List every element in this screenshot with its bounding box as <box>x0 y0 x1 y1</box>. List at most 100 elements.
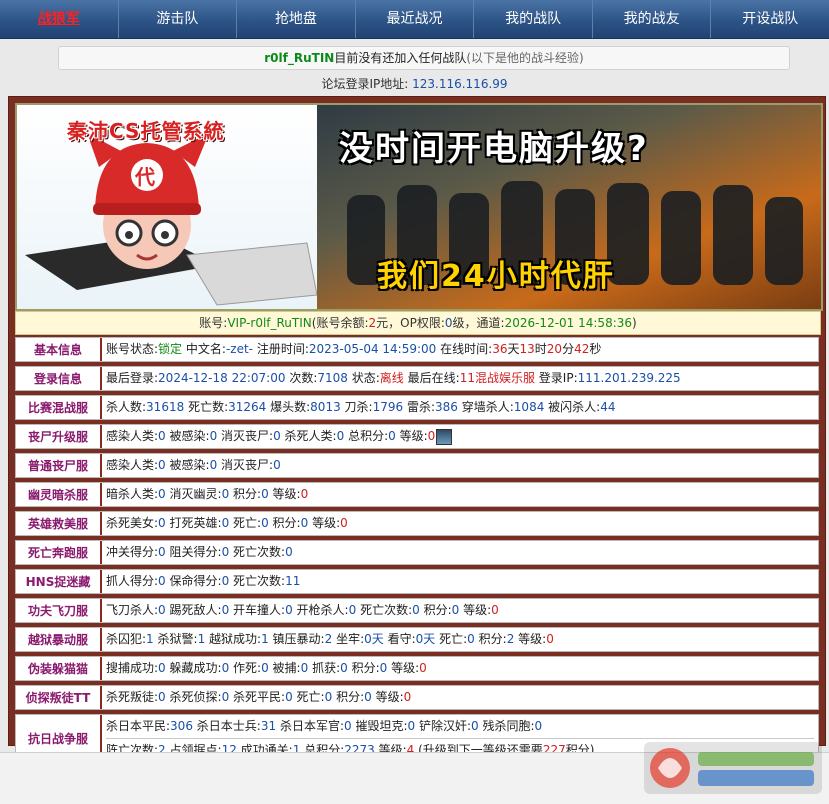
basic-mins-text: 20 <box>546 342 563 356</box>
channel-value: 2026-12-01 14:58:36 <box>504 316 633 330</box>
stats-row-login: 登录信息 最后登录:2024-12-18 22:07:00 次数:7108 状态… <box>15 366 819 391</box>
basic-a-text: 账号状态: <box>106 342 159 356</box>
hero-c-text: 死亡: <box>233 516 262 530</box>
login-count: 7108 <box>317 371 348 385</box>
kungfu-v1-text: 0 <box>158 603 166 617</box>
war-v3-text: 0 <box>343 719 352 733</box>
prop-v5-text: 0 <box>340 661 348 675</box>
stats-line: 杀人数:31618 死亡数:31264 爆头数:8013 刀杀:1796 雷杀:… <box>106 396 814 419</box>
zombie-up-c-text: 消灭丧尸: <box>221 429 274 443</box>
stats-row-hero: 英雄救美服 杀死美女:0 打死英雄:0 死亡:0 积分:0 等级:0 <box>15 511 819 536</box>
zombie-up-a-text: 感染人类: <box>106 429 159 443</box>
row-label-deathrun: 死亡奔跑服 <box>16 541 102 564</box>
row-label-zombie: 普通丧尸服 <box>16 454 102 477</box>
ghost-a-text: 暗杀人类: <box>106 487 159 501</box>
balance-value: 2 <box>368 316 377 330</box>
account-id: VIP-r0lf_RuTIN <box>227 316 312 330</box>
hns-a-text: 抓人得分: <box>106 574 159 588</box>
stats-row-zombie-up: 丧尸升级服 感染人类:0 被感染:0 消灭丧尸:0 杀死人类:0 总积分:0 等… <box>15 424 819 449</box>
deathrun-a-text: 冲关得分: <box>106 545 159 559</box>
ghost-v3-text: 0 <box>261 487 269 501</box>
zombie-up-v6-text: 0 <box>427 429 436 443</box>
stats-values: 抓人得分:0 保命得分:0 死亡次数:11 <box>102 570 818 593</box>
ttt-f-text: 等级: <box>375 690 404 704</box>
team-notice: r0lf_RuTIN目前没有还加入任何战队(以下是他的战斗经验) <box>58 46 790 70</box>
jail-f-text: 看守: <box>387 632 416 646</box>
basic-b-text: 中文名: <box>185 342 226 356</box>
deathrun-c-text: 死亡次数: <box>233 545 286 559</box>
war-v4-text: 0 <box>407 719 416 733</box>
prop-v6-text: 0 <box>379 661 388 675</box>
jail-v6u-text: 天 <box>423 632 436 646</box>
jail-e-text: 坐牢: <box>336 632 365 646</box>
kungfu-v7-text: 0 <box>491 603 499 617</box>
stats-line: 杀死美女:0 打死英雄:0 死亡:0 积分:0 等级:0 <box>106 512 814 535</box>
forum-ip-label: 论坛登录IP地址: <box>321 77 409 91</box>
match-b-text: 死亡数: <box>188 400 229 414</box>
stats-line: 账号状态:锁定 中文名:-zet- 注册时间:2023-05-04 14:59:… <box>106 338 814 361</box>
zombie-up-e-text: 总积分: <box>348 429 389 443</box>
kungfu-b-text: 踢死敌人: <box>169 603 222 617</box>
nav-item-my-comrades[interactable]: 我的战友 <box>593 0 712 38</box>
stats-line: 冲关得分:0 阻关得分:0 死亡次数:0 <box>106 541 814 564</box>
basic-d-text: 在线时间: <box>440 342 493 356</box>
nav-item-wolf-army[interactable]: 战狼军 <box>0 0 119 38</box>
hero-v4-text: 0 <box>300 516 309 530</box>
zombie-up-v5-text: 0 <box>388 429 396 443</box>
jail-v4-text: 2 <box>324 632 333 646</box>
nav-item-guerrilla[interactable]: 游击队 <box>119 0 238 38</box>
kungfu-v2-text: 0 <box>221 603 230 617</box>
kungfu-d-text: 开枪杀人: <box>296 603 349 617</box>
notice-username[interactable]: r0lf_RuTIN <box>264 51 334 65</box>
deathrun-v3-text: 0 <box>285 545 293 559</box>
nav-item-my-team[interactable]: 我的战队 <box>474 0 593 38</box>
war-e-text: 铲除汉奸: <box>418 719 472 733</box>
stats-line: 抓人得分:0 保命得分:0 死亡次数:11 <box>106 570 814 593</box>
basic-h-text: 秒 <box>589 342 602 356</box>
stats-line: 最后登录:2024-12-18 22:07:00 次数:7108 状态:离线 最… <box>106 367 814 390</box>
stats-line: 杀死叛徒:0 杀死侦探:0 杀死平民:0 死亡:0 积分:0 等级:0 <box>106 686 814 709</box>
hns-b-text: 保命得分: <box>169 574 222 588</box>
ttt-d-text: 死亡: <box>296 690 325 704</box>
stats-values: 感染人类:0 被感染:0 消灭丧尸:0 <box>102 454 818 477</box>
stats-values: 最后登录:2024-12-18 22:07:00 次数:7108 状态:离线 最… <box>102 367 818 390</box>
hero-e-text: 等级: <box>312 516 341 530</box>
basic-secs-text: 42 <box>574 342 590 356</box>
nav-item-create-team[interactable]: 开设战队 <box>711 0 829 38</box>
match-g-text: 被闪杀人: <box>548 400 601 414</box>
prop-d-text: 被捕: <box>272 661 301 675</box>
ad-banner[interactable]: 秦沛CS托管系統 代 没时间开电脑升级? 我们24小时代肝 <box>15 103 823 311</box>
kungfu-e-text: 死亡次数: <box>360 603 413 617</box>
site-logo-watermark <box>644 742 822 794</box>
stats-table: 基本信息 账号状态:锁定 中文名:-zet- 注册时间:2023-05-04 1… <box>15 337 819 767</box>
online-status: 离线 <box>379 371 404 385</box>
match-e-text: 雷杀: <box>406 400 436 414</box>
row-label-login: 登录信息 <box>16 367 102 390</box>
stats-line: 感染人类:0 被感染:0 消灭丧尸:0 <box>106 454 814 477</box>
nav-item-grab-territory[interactable]: 抢地盘 <box>237 0 356 38</box>
hero-d-text: 积分: <box>272 516 301 530</box>
stats-line: 杀日本平民:306 杀日本士兵:31 杀日本军官:0 摧毁坦克:0 铲除汉奸:0… <box>106 715 814 738</box>
deathrun-v2-text: 0 <box>221 545 230 559</box>
balance-label: (账号余额: <box>311 316 369 330</box>
zombie-up-d-text: 杀死人类: <box>284 429 337 443</box>
stats-values: 杀死美女:0 打死英雄:0 死亡:0 积分:0 等级:0 <box>102 512 818 535</box>
prop-b-text: 躲藏成功: <box>169 661 222 675</box>
jail-v1-text: 1 <box>146 632 154 646</box>
prop-v3-text: 0 <box>261 661 269 675</box>
chinese-name: -zet- <box>225 342 253 356</box>
account-close-paren: ) <box>632 316 637 330</box>
match-knife-text: 1796 <box>372 400 404 414</box>
stats-values: 账号状态:锁定 中文名:-zet- 注册时间:2023-05-04 14:59:… <box>102 338 818 361</box>
ttt-c-text: 杀死平民: <box>233 690 286 704</box>
stats-values: 暗杀人类:0 消灭幽灵:0 积分:0 等级:0 <box>102 483 818 506</box>
war-b-text: 杀日本士兵: <box>196 719 261 733</box>
zombie-up-v4-text: 0 <box>336 429 345 443</box>
basic-hours-text: 13 <box>519 342 535 356</box>
basic-e-text: 天 <box>507 342 520 356</box>
stats-row-zombie: 普通丧尸服 感染人类:0 被感染:0 消灭丧尸:0 <box>15 453 819 478</box>
banner-slogan: 我们24小时代肝 <box>377 259 615 294</box>
nav-item-recent-battles[interactable]: 最近战况 <box>356 0 475 38</box>
zombie-up-v1-text: 0 <box>158 429 166 443</box>
stats-values: 感染人类:0 被感染:0 消灭丧尸:0 杀死人类:0 总积分:0 等级:0 <box>102 425 818 448</box>
